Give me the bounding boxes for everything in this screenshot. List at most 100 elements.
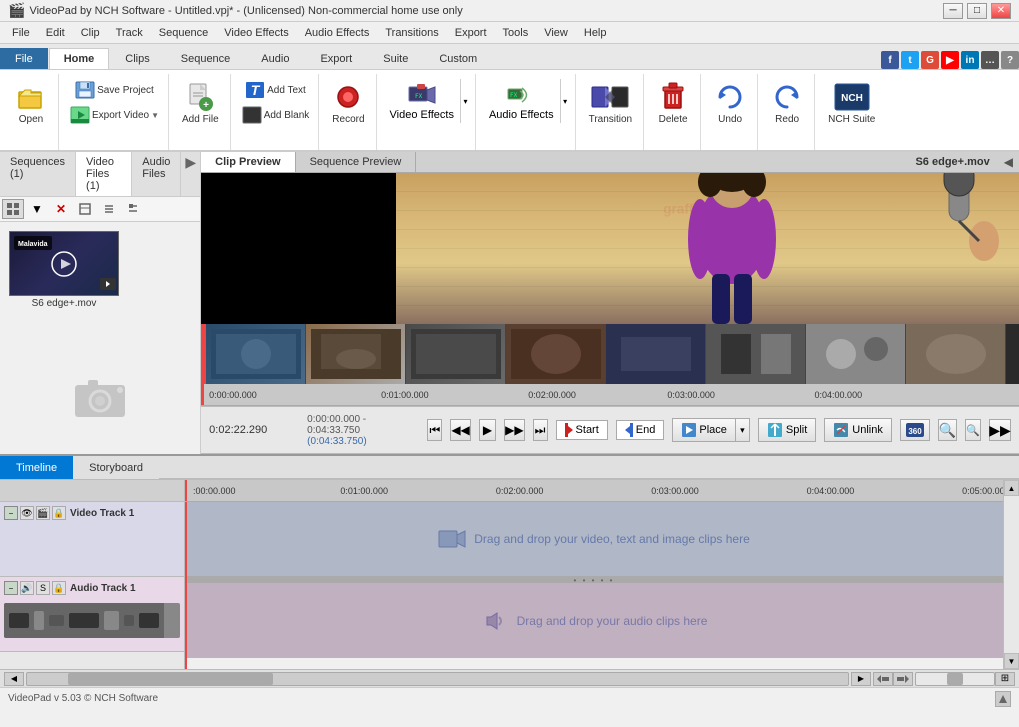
h-scroll-left[interactable]: ◀ — [4, 672, 24, 686]
video-track-eye-button[interactable]: 👁 — [20, 506, 34, 520]
audio-track-drop-zone[interactable]: Drag and drop your audio clips here — [185, 583, 1003, 658]
minimize-button[interactable]: ─ — [943, 3, 963, 19]
step-forward-button[interactable]: ▶▶ — [504, 419, 524, 441]
set-out-button[interactable]: End — [616, 420, 665, 440]
place-button[interactable]: Place — [672, 418, 736, 442]
tab-audio[interactable]: Audio — [246, 48, 304, 69]
panel-tab-sequences[interactable]: Sequences (1) — [0, 152, 76, 196]
place-dropdown[interactable]: ▾ — [736, 418, 750, 442]
save-project-button[interactable]: Save Project — [70, 78, 159, 102]
export-video-button[interactable]: Export Video ▼ — [65, 103, 164, 127]
audio-track-lock-button[interactable]: 🔒 — [52, 581, 66, 595]
menu-help[interactable]: Help — [576, 25, 615, 41]
video-effects-dropdown[interactable]: ▾ — [460, 79, 470, 123]
scroll-down-button[interactable]: ▼ — [1004, 653, 1019, 669]
play-button[interactable]: ▶ — [479, 419, 496, 441]
youtube-icon[interactable]: ▶ — [941, 51, 959, 69]
panel-tab-video-files[interactable]: Video Files (1) — [76, 152, 132, 196]
nav-back-button[interactable] — [873, 672, 893, 686]
set-in-button[interactable]: Start — [556, 420, 608, 440]
menu-export[interactable]: Export — [447, 25, 495, 41]
panel-tool-btn-5[interactable] — [98, 199, 120, 219]
menu-tools[interactable]: Tools — [495, 25, 537, 41]
panel-tool-btn-6[interactable] — [122, 199, 144, 219]
tab-sequence[interactable]: Sequence — [166, 48, 246, 69]
help-icon[interactable]: ? — [1001, 51, 1019, 69]
nav-forward-button[interactable] — [893, 672, 913, 686]
menu-file[interactable]: File — [4, 25, 38, 41]
facebook-icon[interactable]: f — [881, 51, 899, 69]
tab-export[interactable]: Export — [305, 48, 367, 69]
more-icon[interactable]: … — [981, 51, 999, 69]
tab-suite[interactable]: Suite — [368, 48, 423, 69]
skip-back-button[interactable]: ⏮ — [427, 419, 442, 441]
tab-file[interactable]: File — [0, 48, 48, 69]
360-button[interactable]: 360 — [900, 419, 930, 441]
video-track-lock-button[interactable]: 🔒 — [52, 506, 66, 520]
tab-storyboard[interactable]: Storyboard — [73, 456, 159, 479]
tab-custom[interactable]: Custom — [424, 48, 492, 69]
tab-home[interactable]: Home — [49, 48, 110, 69]
audio-effects-button[interactable]: FX Audio Effects — [483, 79, 560, 123]
step-back-button[interactable]: ◀◀ — [450, 419, 470, 441]
more-controls-button[interactable]: ▶▶ — [989, 419, 1011, 441]
undo-button[interactable]: Undo — [707, 78, 753, 129]
tab-sequence-preview[interactable]: Sequence Preview — [296, 152, 417, 172]
menu-track[interactable]: Track — [108, 25, 151, 41]
h-scroll-thumb[interactable] — [68, 673, 273, 685]
tab-clips[interactable]: Clips — [110, 48, 164, 69]
split-button[interactable]: Split — [758, 418, 816, 442]
clip-item-s6[interactable]: Malavida S6 edge+.mov — [4, 226, 124, 314]
menu-sequence[interactable]: Sequence — [151, 25, 217, 41]
scroll-up-button[interactable]: ▲ — [1004, 480, 1019, 496]
view-thumbnails-button[interactable] — [2, 199, 24, 219]
panel-tab-audio-files[interactable]: Audio Files — [132, 152, 181, 196]
zoom-fit-button[interactable]: ⊞ — [995, 672, 1015, 686]
menu-view[interactable]: View — [536, 25, 576, 41]
h-scroll-right[interactable]: ▶ — [851, 672, 871, 686]
zoom-slider[interactable] — [915, 672, 995, 686]
record-button[interactable]: Record — [325, 78, 371, 129]
remove-clip-button[interactable]: ✕ — [50, 199, 72, 219]
menu-transitions[interactable]: Transitions — [377, 25, 446, 41]
maximize-button[interactable]: □ — [967, 3, 987, 19]
open-button[interactable]: Open — [8, 78, 54, 129]
panel-tool-btn-2[interactable]: ▼ — [26, 199, 48, 219]
delete-button[interactable]: Delete — [650, 78, 696, 129]
unlink-button[interactable]: Unlink — [824, 418, 892, 442]
video-effects-button[interactable]: FX Video Effects — [384, 79, 460, 123]
panel-tool-btn-4[interactable] — [74, 199, 96, 219]
twitter-icon[interactable]: t — [901, 51, 919, 69]
video-track-toggle-button[interactable]: − — [4, 506, 18, 520]
audio-track-solo-button[interactable]: S — [36, 581, 50, 595]
h-scroll-track[interactable] — [26, 672, 849, 686]
tab-clip-preview[interactable]: Clip Preview — [201, 152, 295, 172]
scroll-track[interactable] — [1004, 496, 1019, 653]
transition-button[interactable]: Transition — [582, 78, 640, 129]
status-expand-button[interactable] — [995, 691, 1011, 707]
zoom-in-button[interactable]: 🔍 — [938, 419, 957, 441]
audio-effects-dropdown[interactable]: ▾ — [560, 79, 570, 123]
tab-timeline[interactable]: Timeline — [0, 456, 73, 479]
vertical-scrollbar[interactable]: ▲ ▼ — [1003, 480, 1019, 669]
redo-button[interactable]: Redo — [764, 78, 810, 129]
video-track-drop-zone[interactable]: Drag and drop your video, text and image… — [185, 502, 1003, 577]
video-track-camera-button[interactable]: 🎬 — [36, 506, 50, 520]
menu-edit[interactable]: Edit — [38, 25, 73, 41]
add-text-button[interactable]: T Add Text — [240, 78, 311, 102]
menu-clip[interactable]: Clip — [73, 25, 108, 41]
menu-video-effects[interactable]: Video Effects — [216, 25, 296, 41]
audio-track-mute-button[interactable]: 🔊 — [20, 581, 34, 595]
zoom-out-button[interactable]: 🔍 — [965, 419, 981, 441]
skip-forward-button[interactable]: ⏭ — [533, 419, 548, 441]
menu-audio-effects[interactable]: Audio Effects — [297, 25, 378, 41]
audio-track-toggle-button[interactable]: − — [4, 581, 18, 595]
nch-suite-button[interactable]: NCH NCH Suite — [821, 78, 882, 129]
linkedin-icon[interactable]: in — [961, 51, 979, 69]
add-blank-button[interactable]: Add Blank — [237, 103, 315, 127]
panel-scroll-right[interactable]: ▶ — [181, 152, 200, 196]
close-button[interactable]: ✕ — [991, 3, 1011, 19]
preview-collapse-button[interactable]: ◀ — [998, 155, 1019, 169]
horizontal-scrollbar[interactable]: ◀ ▶ ⊞ — [0, 669, 1019, 687]
add-file-button[interactable]: + Add File — [175, 78, 226, 129]
